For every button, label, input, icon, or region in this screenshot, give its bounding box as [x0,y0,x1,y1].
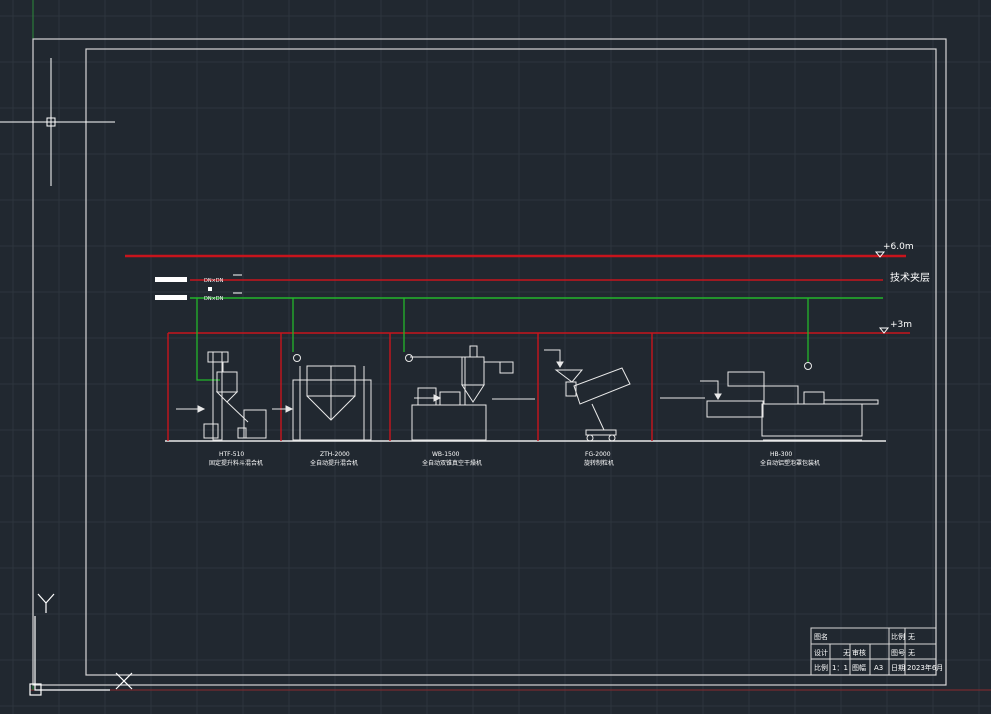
machine-3-vacuum-dryer [405,345,535,441]
background-grid [0,0,991,714]
title-block-ratio-value: 1：1 [832,664,848,672]
level-label-top: +6.0m [883,242,914,252]
machine-1-model: HTF-510 [219,451,244,458]
cad-drawing-canvas[interactable]: +6.0m 技术夹层 +3m DN×DN DN×DN HTF-510 固定提升料… [0,0,991,714]
machine-5-model: HB-300 [770,451,792,458]
machine-2-model: ZTH-2000 [320,451,350,458]
title-block-scale-value: 无 [908,633,915,641]
machine-4-model: FG-2000 [585,451,611,458]
machine-3-model: WB-1500 [432,451,460,458]
machine-1-name: 固定提升料斗混合机 [209,459,263,467]
title-block-date-label: 日期 [891,664,905,672]
valve-tag-2: DN×DN [204,296,224,302]
title-block-date-value: 2023年6月 [907,663,943,672]
machine-5-blister-packer [660,362,879,441]
machine-2-lifting-mixer [272,354,372,441]
title-block-format-value: A3 [874,664,883,672]
title-block-drawing-name-label: 图名 [814,632,828,641]
title-block-reviewer-label: 审核 [852,648,866,657]
machine-3-name: 全自动双锥真空干燥机 [422,459,482,467]
pipe-inlets [155,274,242,300]
valve-tag-1: DN×DN [204,278,224,284]
level-label-interlayer: 技术夹层 [890,271,930,284]
machine-2-name: 全自动提升混合机 [310,459,358,467]
machine-4-granulator [544,349,631,442]
title-block-ratio-label: 比例 [814,663,828,672]
title-block-number-value: 无 [908,649,915,657]
title-block-designer-value: 无 [843,649,850,657]
title-block-number-label: 图号 [891,649,905,657]
level-label-floor: +3m [890,320,912,330]
title-block-scale-label: 比例 [891,632,905,641]
machine-5-name: 全自动铝塑泡罩包装机 [760,459,820,467]
ucs-icon [29,593,133,696]
crosshair-cursor [0,58,115,186]
room-partitions [167,333,653,441]
title-block-format-label: 图幅 [852,663,866,672]
title-block-designer-label: 设计 [814,648,828,657]
machine-1-hopper-mixer [176,351,267,441]
machine-4-name: 旋转制粒机 [584,459,614,467]
